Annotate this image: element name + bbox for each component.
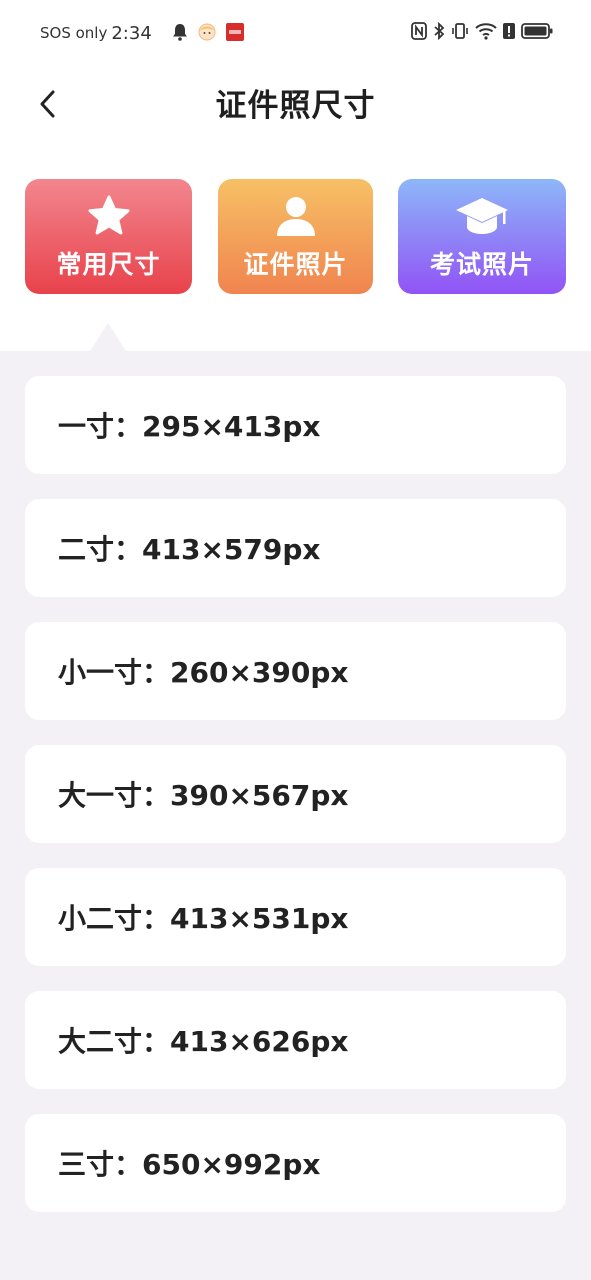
nfc-icon	[411, 22, 427, 44]
status-left: SOS only 2:34	[40, 22, 152, 44]
category-common-sizes[interactable]: 常用尺寸	[25, 179, 192, 294]
bell-icon	[172, 23, 188, 45]
category-label: 考试照片	[429, 250, 534, 279]
size-item-3cun[interactable]: 三寸：650×992px	[25, 1114, 566, 1212]
page-title: 证件照尺寸	[215, 88, 376, 124]
graduation-cap-icon	[454, 193, 510, 239]
size-item-large-1cun[interactable]: 大一寸：390×567px	[25, 745, 566, 843]
sos-text: SOS only	[40, 24, 108, 42]
category-exam-photos[interactable]: 考试照片	[398, 179, 566, 294]
alert-icon	[503, 22, 515, 44]
selected-tab-pointer	[90, 323, 126, 351]
notification-icons	[172, 23, 244, 45]
category-id-photos[interactable]: 证件照片	[218, 179, 373, 294]
wifi-icon	[475, 22, 497, 44]
star-icon	[86, 193, 132, 239]
vibrate-icon	[451, 22, 469, 44]
battery-icon	[521, 22, 553, 44]
size-item-large-2cun[interactable]: 大二寸：413×626px	[25, 991, 566, 1089]
size-item-small-2cun[interactable]: 小二寸：413×531px	[25, 868, 566, 966]
size-item-small-1cun[interactable]: 小一寸：260×390px	[25, 622, 566, 720]
status-bar: SOS only 2:34	[0, 0, 591, 66]
bluetooth-icon	[433, 21, 445, 44]
person-icon	[274, 193, 318, 239]
category-label: 证件照片	[243, 250, 348, 279]
app-face-icon	[198, 23, 216, 45]
app-red-icon	[226, 23, 244, 45]
clock: 2:34	[111, 22, 152, 44]
size-list: 一寸：295×413px 二寸：413×579px 小一寸：260×390px …	[25, 376, 566, 1237]
size-item-2cun[interactable]: 二寸：413×579px	[25, 499, 566, 597]
category-label: 常用尺寸	[56, 250, 161, 279]
size-item-1cun[interactable]: 一寸：295×413px	[25, 376, 566, 474]
status-right	[411, 21, 553, 44]
